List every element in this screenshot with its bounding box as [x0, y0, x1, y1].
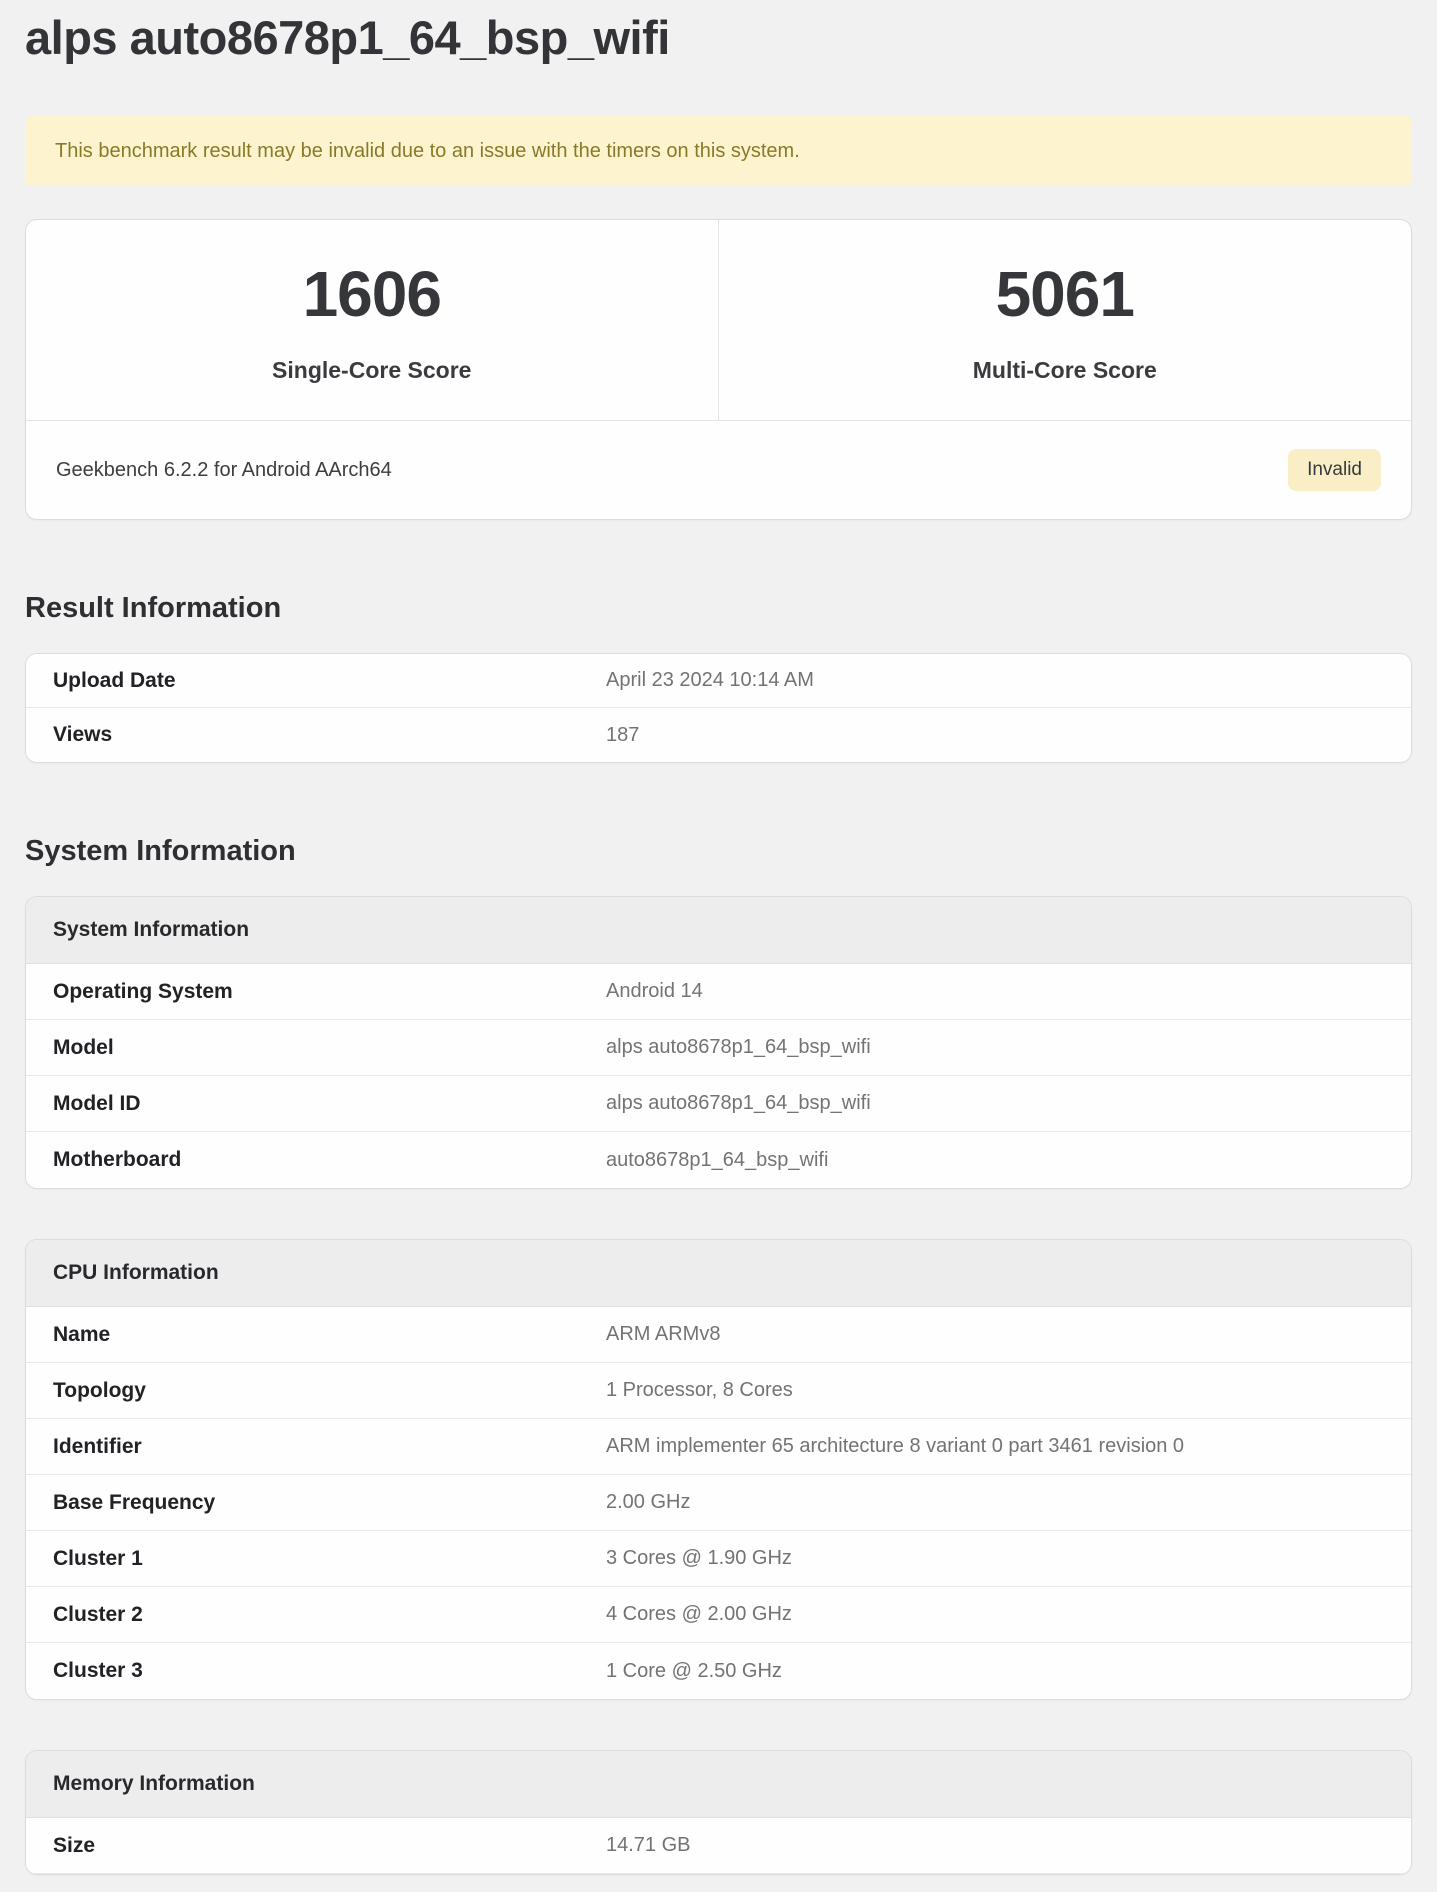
page-title: alps auto8678p1_64_bsp_wifi — [25, 11, 670, 64]
row-value: 14.71 GB — [606, 1834, 691, 1857]
table-row: Name ARM ARMv8 — [26, 1307, 1411, 1364]
geekbench-version-text: Geekbench 6.2.2 for Android AArch64 — [56, 458, 392, 481]
row-label: Cluster 1 — [53, 1546, 143, 1570]
invalid-status-badge: Invalid — [1288, 449, 1381, 492]
single-core-score-label: Single-Core Score — [272, 356, 472, 383]
section-heading-system-information: System Information — [25, 835, 296, 868]
multi-core-score-cell: 5061 Multi-Core Score — [719, 220, 1412, 420]
score-card: 1606 Single-Core Score 5061 Multi-Core S… — [25, 219, 1412, 521]
row-value: 1 Core @ 2.50 GHz — [606, 1659, 782, 1682]
row-label: Identifier — [53, 1434, 142, 1458]
result-information-table: Upload Date April 23 2024 10:14 AM Views… — [25, 653, 1412, 764]
table-row: Model alps auto8678p1_64_bsp_wifi — [26, 1020, 1411, 1077]
row-value: 187 — [606, 723, 640, 746]
timer-warning-text: This benchmark result may be invalid due… — [55, 139, 800, 162]
row-value: Android 14 — [606, 980, 703, 1003]
table-row: Cluster 3 1 Core @ 2.50 GHz — [26, 1643, 1411, 1700]
row-label: Cluster 2 — [53, 1602, 143, 1626]
cpu-information-table: CPU Information Name ARM ARMv8 Topology … — [25, 1239, 1412, 1701]
row-label: Model ID — [53, 1091, 141, 1115]
table-row: Topology 1 Processor, 8 Cores — [26, 1363, 1411, 1420]
multi-core-score-value: 5061 — [995, 257, 1135, 330]
row-label: Name — [53, 1322, 111, 1346]
single-core-score-value: 1606 — [302, 257, 442, 330]
memory-information-table: Memory Information Size 14.71 GB — [25, 1750, 1412, 1876]
table-row: Size 14.71 GB — [26, 1818, 1411, 1875]
score-grid: 1606 Single-Core Score 5061 Multi-Core S… — [26, 220, 1412, 421]
single-core-score-cell: 1606 Single-Core Score — [26, 220, 719, 421]
score-card-footer: Geekbench 6.2.2 for Android AArch64 Inva… — [26, 420, 1411, 519]
row-label: Base Frequency — [53, 1490, 216, 1514]
table-row: Cluster 1 3 Cores @ 1.90 GHz — [26, 1531, 1411, 1588]
row-value: alps auto8678p1_64_bsp_wifi — [606, 1036, 871, 1059]
row-value: alps auto8678p1_64_bsp_wifi — [606, 1092, 871, 1115]
group-header-memory-information: Memory Information — [26, 1751, 1411, 1819]
section-heading-result-information: Result Information — [25, 592, 282, 625]
table-row: Motherboard auto8678p1_64_bsp_wifi — [26, 1132, 1411, 1189]
row-label: Cluster 3 — [53, 1659, 143, 1683]
table-row: Operating System Android 14 — [26, 964, 1411, 1021]
row-label: Topology — [53, 1378, 146, 1402]
row-label: Model — [53, 1035, 114, 1059]
group-header-system-information: System Information — [26, 897, 1411, 965]
row-value: April 23 2024 10:14 AM — [606, 669, 814, 692]
row-label: Upload Date — [53, 668, 176, 692]
table-row: Views 187 — [26, 708, 1411, 763]
row-value: 3 Cores @ 1.90 GHz — [606, 1547, 792, 1570]
page-container: alps auto8678p1_64_bsp_wifi This benchma… — [0, 10, 1437, 1876]
row-value: 1 Processor, 8 Cores — [606, 1379, 793, 1402]
multi-core-score-label: Multi-Core Score — [972, 356, 1157, 383]
timer-warning-banner: This benchmark result may be invalid due… — [25, 116, 1412, 187]
table-row: Identifier ARM implementer 65 architectu… — [26, 1419, 1411, 1476]
row-label: Views — [53, 723, 113, 747]
table-row: Base Frequency 2.00 GHz — [26, 1475, 1411, 1532]
table-row: Model ID alps auto8678p1_64_bsp_wifi — [26, 1076, 1411, 1133]
row-value: 2.00 GHz — [606, 1491, 691, 1514]
table-row: Upload Date April 23 2024 10:14 AM — [26, 654, 1411, 709]
row-label: Operating System — [53, 979, 233, 1003]
row-label: Motherboard — [53, 1148, 182, 1172]
group-header-cpu-information: CPU Information — [26, 1240, 1411, 1308]
row-value: auto8678p1_64_bsp_wifi — [606, 1148, 829, 1171]
table-row: Cluster 2 4 Cores @ 2.00 GHz — [26, 1587, 1411, 1644]
row-value: 4 Cores @ 2.00 GHz — [606, 1603, 792, 1626]
row-label: Size — [53, 1833, 96, 1857]
system-information-table: System Information Operating System Andr… — [25, 896, 1412, 1190]
row-value: ARM ARMv8 — [606, 1323, 721, 1346]
row-value: ARM implementer 65 architecture 8 varian… — [606, 1435, 1185, 1458]
